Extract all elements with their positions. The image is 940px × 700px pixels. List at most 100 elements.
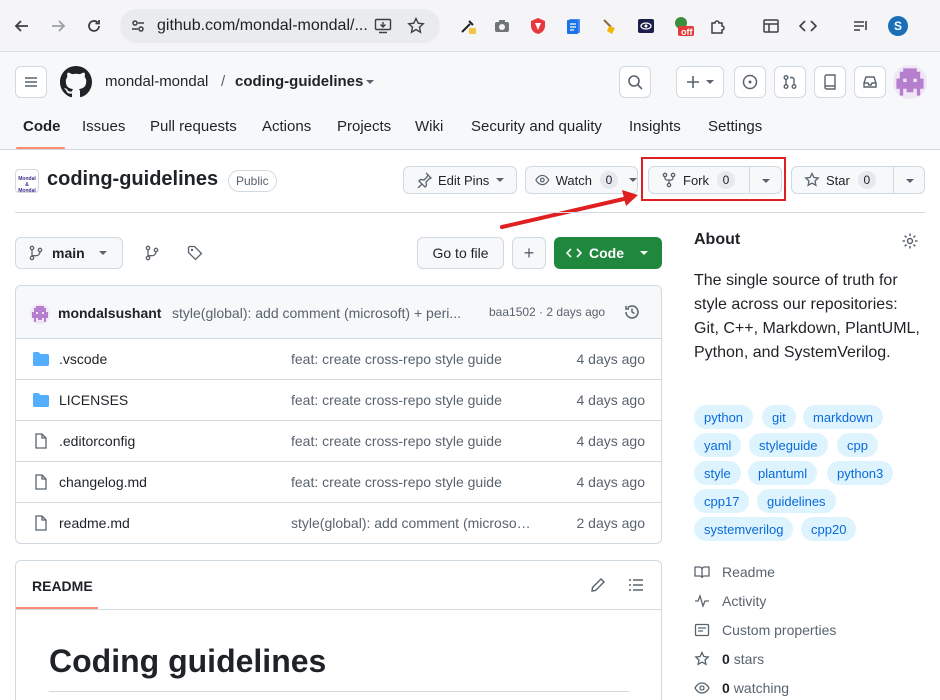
tab-security-and-quality[interactable]: Security and quality <box>471 118 602 135</box>
github-logo-icon[interactable] <box>60 66 92 98</box>
topic-systemverilog[interactable]: systemverilog <box>694 517 794 541</box>
extensions-button[interactable] <box>707 15 729 37</box>
topic-guidelines[interactable]: guidelines <box>757 489 836 513</box>
ext-camera[interactable] <box>491 15 513 37</box>
topic-cpp20[interactable]: cpp20 <box>801 517 857 541</box>
file-row[interactable]: readme.md style(global): add comment (mic… <box>16 503 661 543</box>
topic-python[interactable]: python <box>694 405 754 429</box>
file-name[interactable]: readme.md <box>59 515 130 531</box>
user-avatar[interactable] <box>893 65 927 99</box>
pull-requests-button[interactable] <box>774 66 806 98</box>
code-button[interactable]: Code <box>554 237 662 269</box>
activity-link[interactable]: Activity <box>694 591 766 611</box>
topic-plantuml[interactable]: plantuml <box>748 461 818 485</box>
back-button[interactable] <box>9 13 35 39</box>
topic-style[interactable]: style <box>694 461 741 485</box>
repo-switcher-caret-icon[interactable] <box>366 80 374 84</box>
commit-author[interactable]: mondalsushant <box>58 305 161 321</box>
address-bar[interactable]: github.com/mondal-mondal/... <box>120 9 440 43</box>
file-row[interactable]: .vscode feat: create cross-repo style gui… <box>16 339 661 380</box>
watching-link[interactable]: 0 watching <box>694 678 789 698</box>
topic-cpp[interactable]: cpp <box>837 433 878 457</box>
breadcrumb-separator: / <box>221 73 226 90</box>
file-name[interactable]: .vscode <box>59 351 107 367</box>
file-commit-message[interactable]: feat: create cross-repo style guide <box>291 351 531 367</box>
tab-code[interactable]: Code <box>23 118 61 135</box>
active-tab-indicator <box>16 147 65 149</box>
branch-selector[interactable]: main <box>15 237 123 269</box>
reading-list-button[interactable] <box>850 15 872 37</box>
tags-button[interactable] <box>185 243 205 263</box>
file-name[interactable]: LICENSES <box>59 392 128 408</box>
ext-eyedropper[interactable] <box>457 15 479 37</box>
profile-avatar[interactable]: S <box>888 16 908 36</box>
outline-list-icon[interactable] <box>628 577 644 593</box>
file-name[interactable]: changelog.md <box>59 474 147 490</box>
topic-styleguide[interactable]: styleguide <box>749 433 828 457</box>
gear-icon[interactable] <box>901 232 919 250</box>
issues-button[interactable] <box>734 66 766 98</box>
tab-layout-button[interactable] <box>760 15 782 37</box>
tab-pull-requests[interactable]: Pull requests <box>150 118 237 135</box>
breadcrumb-owner[interactable]: mondal-mondal <box>105 73 208 90</box>
topic-python3[interactable]: python3 <box>827 461 894 485</box>
tab-issues[interactable]: Issues <box>82 118 125 135</box>
file-commit-message[interactable]: feat: create cross-repo style guide <box>291 433 531 449</box>
commit-message[interactable]: style(global): add comment (microsoft) +… <box>172 305 480 321</box>
file-commit-message[interactable]: feat: create cross-repo style guide <box>291 474 531 490</box>
repo-title[interactable]: coding-guidelines <box>47 168 218 191</box>
create-new-button[interactable] <box>676 66 724 98</box>
topic-cpp17[interactable]: cpp17 <box>694 489 750 513</box>
ext-off[interactable]: off <box>672 15 694 37</box>
custom-properties-link[interactable]: Custom properties <box>694 620 836 640</box>
install-app-icon[interactable] <box>374 17 392 35</box>
readme-heading: Coding guidelines <box>49 643 327 679</box>
star-button[interactable]: Star 0 <box>791 166 925 194</box>
pin-icon <box>417 172 432 188</box>
pencil-icon[interactable] <box>590 577 606 593</box>
ext-eye[interactable] <box>635 15 657 37</box>
file-row[interactable]: changelog.md feat: create cross-repo styl… <box>16 462 661 503</box>
tab-actions[interactable]: Actions <box>262 118 311 135</box>
repo-logo-text-1: Mondal & <box>18 176 36 188</box>
activity-link-label: Activity <box>722 593 767 609</box>
bookmark-star-icon[interactable] <box>406 16 426 36</box>
file-row[interactable]: LICENSES feat: create cross-repo style gu… <box>16 380 661 421</box>
tab-insights[interactable]: Insights <box>629 118 681 135</box>
ext-shield[interactable] <box>527 15 549 37</box>
tab-settings[interactable]: Settings <box>708 118 762 135</box>
star-dropdown-icon[interactable] <box>906 179 914 183</box>
inbox-button[interactable] <box>854 66 886 98</box>
ext-broom[interactable] <box>599 15 621 37</box>
repositories-button[interactable] <box>814 66 846 98</box>
reload-button[interactable] <box>81 13 107 39</box>
search-button[interactable] <box>619 66 651 98</box>
stars-link[interactable]: 0 stars <box>694 649 764 669</box>
readme-link[interactable]: Readme <box>694 562 775 582</box>
file-row[interactable]: .editorconfig feat: create cross-repo sty… <box>16 421 661 462</box>
tab-projects[interactable]: Projects <box>337 118 391 135</box>
topic-markdown[interactable]: markdown <box>803 405 883 429</box>
topic-yaml[interactable]: yaml <box>694 433 742 457</box>
ext-docs[interactable] <box>563 15 585 37</box>
file-name[interactable]: .editorconfig <box>59 433 135 449</box>
site-info-icon[interactable] <box>130 18 146 34</box>
history-icon[interactable] <box>623 303 641 321</box>
breadcrumb-repo[interactable]: coding-guidelines <box>235 73 363 90</box>
branches-button[interactable] <box>142 243 162 263</box>
layout-icon <box>763 19 779 33</box>
url-text[interactable]: github.com/mondal-mondal/... <box>157 17 368 35</box>
readme-tab[interactable]: README <box>32 578 93 594</box>
file-commit-message[interactable]: style(global): add comment (microsoft) +… <box>291 515 531 531</box>
devtools-button[interactable] <box>797 15 819 37</box>
commit-meta[interactable]: baa1502 · 2 days ago <box>489 305 605 319</box>
topic-git[interactable]: git <box>762 405 796 429</box>
star-icon <box>804 172 820 187</box>
file-commit-message[interactable]: feat: create cross-repo style guide <box>291 392 531 408</box>
forward-button[interactable] <box>45 13 71 39</box>
commit-author-avatar[interactable] <box>30 304 50 324</box>
menu-button[interactable] <box>15 66 47 98</box>
add-file-button[interactable]: + <box>512 237 546 269</box>
tab-wiki[interactable]: Wiki <box>415 118 443 135</box>
go-to-file-button[interactable]: Go to file <box>417 237 504 269</box>
